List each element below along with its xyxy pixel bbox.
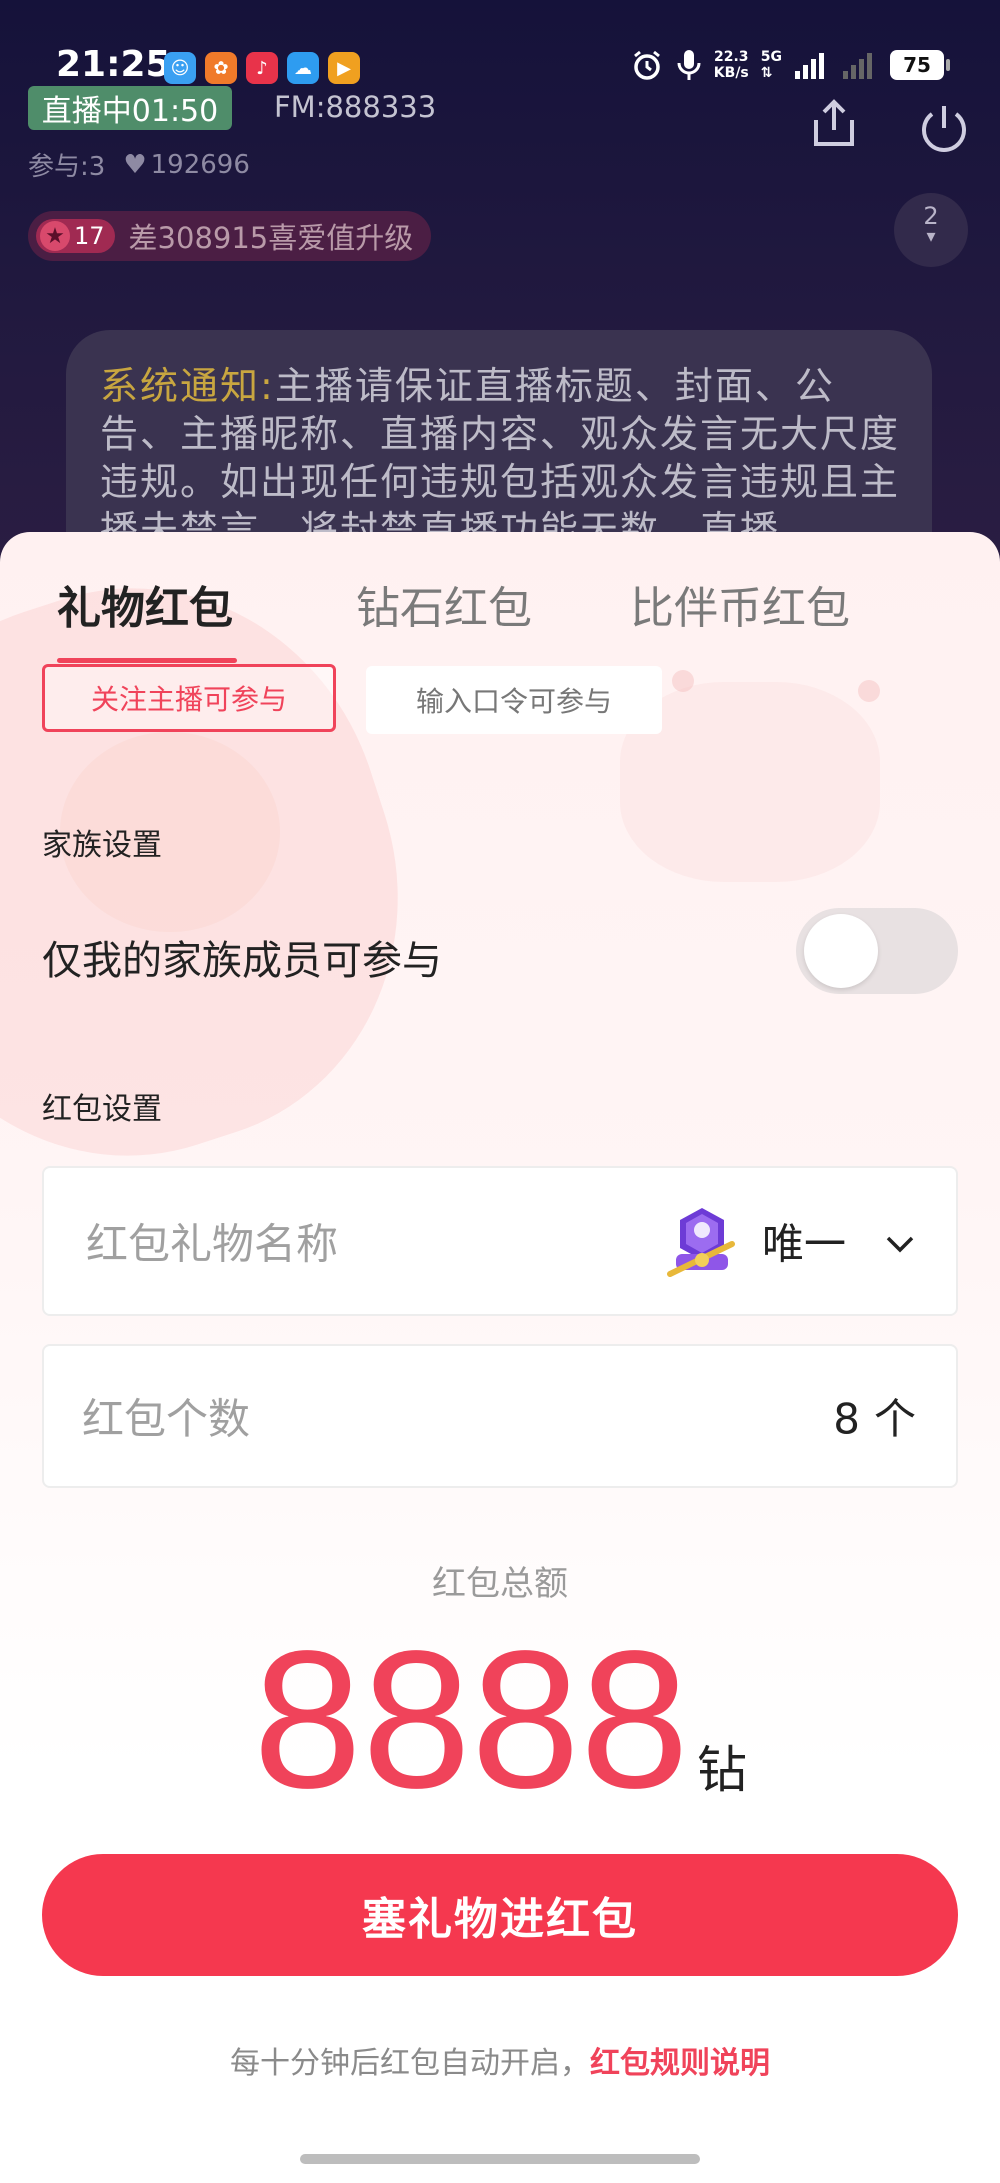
upgrade-text: 差308915喜爱值升级 [128,221,414,255]
follow-to-join-option[interactable]: 关注主播可参与 [42,664,336,732]
count-unit: 个 [873,1394,916,1444]
battery-indicator: 75 [890,50,950,80]
footer-note: 每十分钟后红包自动开启，红包规则说明 [0,2038,1000,2082]
app-icon-2: ✿ [205,52,237,84]
notice-label: 系统通知: [100,364,275,408]
background-decoration [858,680,880,702]
rules-link[interactable]: 红包规则说明 [590,2046,770,2081]
heart-icon: ♥ [123,149,147,180]
packet-count-field[interactable]: 红包个数 8个 [42,1344,958,1488]
red-packet-sheet: 礼物红包 钻石红包 比伴币红包 关注主播可参与 输入口令可参与 家族设置 仅我的… [0,532,1000,2183]
network-speed: 22.3 KB/s [714,49,749,81]
toggle-knob [804,914,878,988]
gift-name-placeholder: 红包礼物名称 [86,1219,339,1269]
app-icon-4: ☁ [287,52,319,84]
chevron-down-icon[interactable] [882,1226,918,1262]
status-time: 21:25 [56,44,171,85]
app-icon-1: ☺ [164,52,196,84]
network-speed-unit: KB/s [713,65,749,81]
network-speed-value: 22.3 [714,49,749,65]
app-icon-5: ▶ [328,52,360,84]
level-badge: ★ 17 [36,219,115,253]
packet-count-value: 8个 [833,1386,916,1447]
tab-diamond-packet[interactable]: 钻石红包 [356,572,532,636]
total-amount-unit: 钻 [697,1741,748,1799]
gift-ring-icon [667,1208,735,1277]
password-to-join-option[interactable]: 输入口令可参与 [366,666,662,734]
power-icon[interactable] [916,100,972,156]
count-number: 8 [833,1394,860,1444]
participant-count: 参与:3 [28,152,106,182]
family-only-toggle[interactable] [796,908,958,994]
family-only-label: 仅我的家族成员可参与 [42,938,442,984]
notification-app-icons: ☺ ✿ ♪ ☁ ▶ [164,52,360,84]
level-upgrade-pill[interactable]: ★ 17 差308915喜爱值升级 [28,211,432,261]
alarm-icon [633,50,660,80]
live-duration-badge: 直播中01:50 [28,86,232,130]
footer-note-text: 每十分钟后红包自动开启， [230,2046,590,2081]
system-notice-text: 系统通知:主播请保证直播标题、封面、公告、主播昵称、直播内容、观众发言无大尺度违… [100,362,908,554]
active-tab-indicator [57,658,237,663]
fm-number: FM:888333 [274,90,437,124]
viewer-stats: 参与:3 ♥ 192696 [28,146,250,183]
online-count: 2 [923,202,939,230]
share-icon[interactable] [806,96,862,152]
total-amount: 8888 钻 [0,1620,1000,1820]
packet-type-tabs: 礼物红包 钻石红包 比伴币红包 [0,532,1000,663]
gift-select-field[interactable]: 红包礼物名称 唯一 [42,1166,958,1316]
background-decoration [672,670,694,692]
status-right-group: 22.3 KB/s 5G ⇅ 75 [630,48,950,82]
home-indicator[interactable] [300,2154,700,2164]
tab-gift-packet[interactable]: 礼物红包 [57,572,233,636]
signal-icon [795,53,824,79]
microphone-icon [677,50,701,80]
likes-count: 192696 [150,149,250,180]
total-amount-label: 红包总额 [432,1564,568,1604]
submit-gift-packet-button[interactable]: 塞礼物进红包 [42,1854,958,1976]
app-icon-3: ♪ [246,52,278,84]
likes-group: ♥ 192696 [123,150,250,180]
selected-gift-name: 唯一 [762,1219,847,1269]
level-number: 17 [74,222,105,250]
signal-icon-secondary [843,53,872,79]
network-type-label: 5G [760,49,782,65]
star-icon: ★ [40,221,70,251]
tab-coin-packet[interactable]: 比伴币红包 [630,572,850,636]
family-section-label: 家族设置 [42,828,162,863]
online-users-button[interactable]: 2 ▾ [894,193,968,267]
battery-level: 75 [903,53,931,77]
network-type: 5G ⇅ [761,49,782,81]
total-amount-value: 8888 [252,1610,690,1829]
packet-section-label: 红包设置 [42,1092,162,1127]
user-icon: ▾ [926,226,936,247]
packet-count-placeholder: 红包个数 [82,1394,251,1444]
data-arrows-icon: ⇅ [760,65,773,81]
